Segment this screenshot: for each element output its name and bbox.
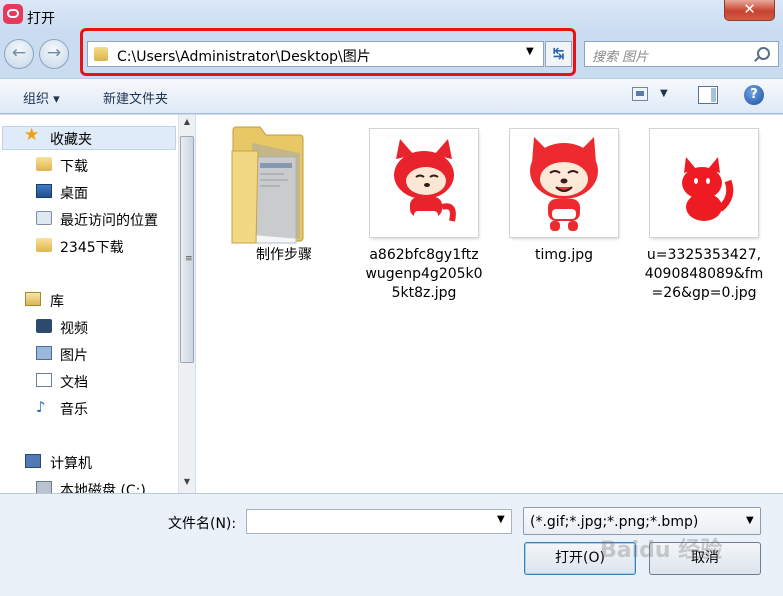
- file-type-value: (*.gif;*.jpg;*.png;*.bmp): [530, 514, 699, 530]
- folder-icon: [231, 126, 304, 244]
- sidebar-item-favorites[interactable]: 收藏夹: [50, 129, 92, 149]
- scroll-grip-icon: ≡: [185, 254, 193, 264]
- scroll-thumb[interactable]: ≡: [180, 136, 194, 363]
- back-button[interactable]: ←: [4, 39, 34, 69]
- scroll-up-icon[interactable]: ▲: [179, 117, 195, 126]
- view-dropdown-icon[interactable]: ▼: [660, 88, 668, 99]
- help-icon[interactable]: ?: [744, 85, 764, 105]
- libraries-icon: [25, 292, 41, 306]
- file-item-image[interactable]: [370, 129, 478, 237]
- filename-label: 文件名(N):: [168, 516, 237, 532]
- fox-thumbnail-icon: [682, 157, 734, 221]
- sidebar-scrollbar[interactable]: ▲ ≡ ▼: [178, 115, 195, 493]
- watermark: Baidu 经验: [600, 538, 723, 563]
- file-name: u=3325353427,4090848089&fm=26&gp=0.jpg: [644, 247, 764, 301]
- file-item-folder[interactable]: [228, 123, 308, 245]
- folder-icon: [36, 238, 52, 252]
- file-type-select[interactable]: (*.gif;*.jpg;*.png;*.bmp) ▼: [523, 507, 761, 535]
- app-icon: [3, 4, 23, 24]
- sidebar-item-music[interactable]: 音乐: [60, 399, 88, 419]
- computer-icon: [25, 454, 41, 468]
- scroll-down-icon[interactable]: ▼: [179, 477, 195, 486]
- new-folder-button[interactable]: 新建文件夹: [103, 88, 168, 107]
- fox-thumbnail-icon: [394, 139, 456, 222]
- downloads-folder-icon: [36, 157, 52, 171]
- file-type-dropdown-icon[interactable]: ▼: [746, 515, 754, 526]
- music-library-icon: ♪: [36, 398, 46, 416]
- star-icon: ★: [24, 125, 40, 145]
- sidebar-item-2345-downloads[interactable]: 2345下载: [60, 237, 124, 257]
- file-list: 制作步骤 a862bfc8gy1ftzwugenp4g205k05kt8z.jp…: [196, 115, 783, 493]
- preview-pane-icon[interactable]: [698, 86, 718, 104]
- window-title: 打开: [27, 11, 55, 27]
- sidebar-item-libraries[interactable]: 库: [50, 291, 64, 311]
- forward-button[interactable]: →: [39, 39, 69, 69]
- file-item-image[interactable]: [650, 129, 758, 237]
- video-library-icon: [36, 319, 52, 333]
- pictures-library-icon: [36, 346, 52, 360]
- close-button[interactable]: ✕: [724, 0, 775, 21]
- sidebar-item-documents[interactable]: 文档: [60, 372, 88, 392]
- sidebar-item-recent[interactable]: 最近访问的位置: [60, 210, 158, 230]
- fox-thumbnail-icon: [530, 137, 598, 231]
- search-placeholder: 搜索 图片: [592, 50, 649, 65]
- filename-input[interactable]: ▼: [246, 509, 512, 534]
- filename-dropdown-icon[interactable]: ▼: [497, 514, 505, 525]
- documents-library-icon: [36, 373, 52, 387]
- view-icon[interactable]: [632, 87, 648, 101]
- file-name: 制作步骤: [256, 247, 312, 263]
- desktop-icon: [36, 184, 52, 198]
- file-name: a862bfc8gy1ftzwugenp4g205k05kt8z.jpg: [365, 247, 483, 301]
- sidebar-item-pictures[interactable]: 图片: [60, 345, 88, 365]
- sidebar-item-desktop[interactable]: 桌面: [60, 183, 88, 203]
- command-bar: 组织 ▾ 新建文件夹 ▼ ?: [0, 78, 783, 114]
- organize-button[interactable]: 组织 ▾: [23, 88, 60, 107]
- navigation-pane: ★ 收藏夹 下载 桌面 最近访问的位置 2345下载 库 视频 图片 文档 ♪ …: [0, 115, 178, 499]
- annotation-highlight: [80, 28, 576, 76]
- search-input[interactable]: 搜索 图片: [584, 41, 779, 67]
- sidebar-item-videos[interactable]: 视频: [60, 318, 88, 338]
- file-item-image[interactable]: [510, 129, 618, 237]
- recent-places-icon: [36, 211, 52, 225]
- search-icon[interactable]: [757, 47, 770, 60]
- sidebar-item-downloads[interactable]: 下载: [60, 156, 88, 176]
- sidebar-item-computer[interactable]: 计算机: [50, 453, 92, 473]
- file-name: timg.jpg: [534, 247, 594, 263]
